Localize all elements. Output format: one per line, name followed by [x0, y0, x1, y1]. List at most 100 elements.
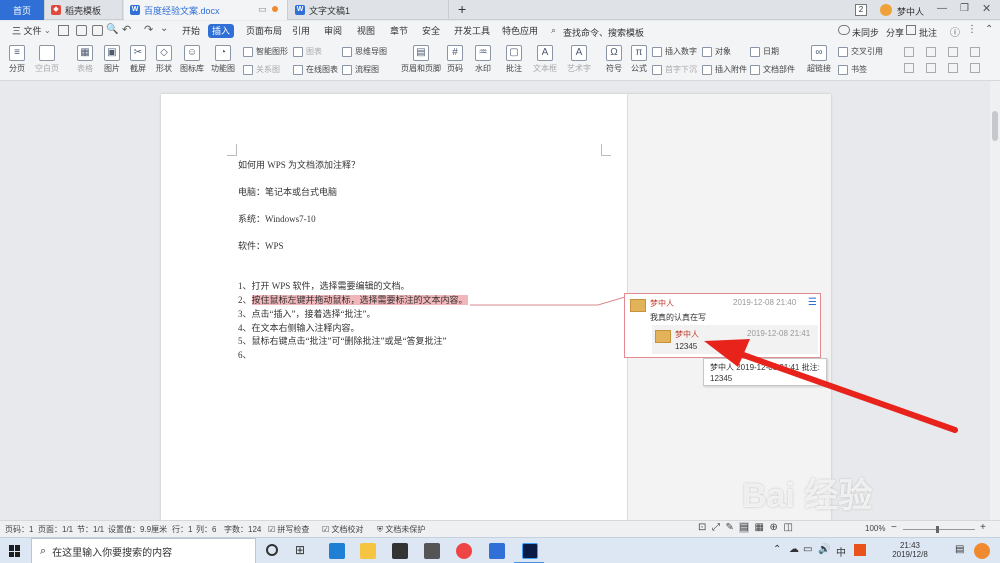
edit-icon[interactable]: ✎ [726, 522, 734, 533]
zoom-in-icon[interactable]: + [980, 522, 986, 533]
docpart-button[interactable]: 文档部件 [750, 64, 795, 75]
menu-review[interactable]: 审阅 [320, 24, 346, 38]
menu-special[interactable]: 特色应用 [498, 24, 542, 38]
page-view-icon[interactable]: ▤ [739, 522, 749, 533]
iconlib-button[interactable]: ☺ 图标库 [180, 45, 204, 74]
tray-expand-icon[interactable]: ⌃ [773, 544, 781, 555]
status-col[interactable]: 列：6 [196, 524, 216, 535]
doc-line[interactable]: 4、在文本右侧输入注释内容。 [238, 321, 360, 334]
tool-icon[interactable] [970, 47, 980, 57]
mail-icon[interactable] [424, 543, 440, 559]
chrome-icon[interactable] [456, 543, 472, 559]
window-icon[interactable]: ▭ [258, 4, 267, 15]
tool-icon[interactable] [948, 47, 958, 57]
doc-line[interactable]: 2、按住鼠标左键并拖动鼠标，选择需要标注的文本内容。 [238, 293, 468, 306]
funcchart-button[interactable]: ◔ 功能图 [210, 45, 236, 74]
menu-reference[interactable]: 引用 [288, 24, 314, 38]
commented-text[interactable]: 按住鼠标左键并拖动鼠标，选择需要标注的文本内容。 [251, 295, 468, 305]
crossref-button[interactable]: 交叉引用 [838, 46, 883, 57]
cortana-icon[interactable] [266, 544, 278, 556]
export-icon[interactable] [76, 25, 87, 36]
doc-line[interactable]: 3、点击“插入”，接着选择“批注”。 [238, 307, 375, 320]
volume-icon[interactable]: 🔊 [818, 544, 830, 555]
symbol-button[interactable]: Ω 符号 [603, 45, 625, 74]
insertnum-button[interactable]: 插入数字 [652, 46, 697, 57]
minimize-icon[interactable]: — [937, 3, 947, 14]
tab-doc-active[interactable]: W 百度经验文案.docx ▭ [124, 0, 288, 20]
status-section[interactable]: 节：1/1 [77, 524, 104, 535]
comment-menu-button[interactable]: 批注 [919, 26, 937, 39]
comment-menu-icon[interactable]: ☰ [808, 297, 817, 308]
save-icon[interactable] [58, 25, 69, 36]
window-count-badge[interactable]: 2 [855, 4, 867, 16]
command-search[interactable]: 查找命令、搜索模板 [563, 26, 644, 39]
reading-view-icon[interactable]: ◫ [783, 522, 792, 533]
doc-proof-button[interactable]: ☑ 文档校对 [322, 524, 363, 535]
edge-icon[interactable] [329, 543, 345, 559]
photoshop-icon[interactable] [522, 543, 538, 559]
doc-line[interactable]: 电脑：笔记本或台式电脑 [238, 185, 337, 198]
print-icon[interactable] [92, 25, 103, 36]
doc-line[interactable]: 如何用 WPS 为文档添加注释？ [238, 158, 360, 171]
preview-icon[interactable]: 🔍 [106, 24, 118, 35]
zoom-slider[interactable] [903, 529, 975, 530]
menu-chapter[interactable]: 章节 [386, 24, 412, 38]
comment-text[interactable]: 我真的认真在写 [650, 312, 706, 323]
doc-line[interactable]: 软件：WPS [238, 239, 284, 252]
flowchart-button[interactable]: 流程图 [342, 64, 379, 75]
headerfooter-button[interactable]: ▤ 页眉和页脚 [400, 45, 442, 74]
focus-view-icon[interactable]: ⊡ [698, 522, 706, 533]
redo-icon[interactable]: ↷ [144, 23, 153, 36]
restore-icon[interactable]: ❐ [960, 3, 969, 14]
shape-button[interactable]: ◇ 形状 [153, 45, 175, 74]
menu-view[interactable]: 视图 [353, 24, 379, 38]
status-row[interactable]: 行：1 [172, 524, 192, 535]
tool-icon[interactable] [904, 47, 914, 57]
more-icon[interactable]: ⌄ [160, 23, 168, 34]
object-button[interactable]: 对象 [702, 46, 731, 57]
menu-security[interactable]: 安全 [418, 24, 444, 38]
watermark-button[interactable]: ♒ 水印 [472, 45, 494, 74]
formula-button[interactable]: π 公式 [628, 45, 650, 74]
menu-devtools[interactable]: 开发工具 [450, 24, 494, 38]
menu-start[interactable]: 开始 [178, 24, 204, 38]
clock[interactable]: 21:43 2019/12/8 [888, 541, 932, 559]
doc-line[interactable]: 5、鼠标右键点击“批注”可“删除批注”或是“答复批注” [238, 334, 446, 347]
menu-layout[interactable]: 页面布局 [242, 24, 286, 38]
relation-button[interactable]: 关系图 [243, 64, 280, 75]
pagebreak-button[interactable]: ≡ 分页 [6, 45, 28, 74]
avatar[interactable] [880, 4, 892, 16]
zoom-slider-thumb[interactable] [936, 526, 939, 533]
file-explorer-icon[interactable] [360, 543, 376, 559]
tool-icon[interactable] [926, 63, 936, 73]
reply-text[interactable]: 12345 [675, 342, 697, 351]
bookmark-button[interactable]: 书签 [838, 64, 867, 75]
textbox-button[interactable]: A 文本框 [531, 45, 559, 74]
ime-app-icon[interactable] [854, 544, 866, 556]
spell-check-button[interactable]: ☑ 拼写检查 [268, 524, 309, 535]
zoom-out-icon[interactable]: − [891, 522, 897, 533]
tab-home[interactable]: 首页 [0, 0, 45, 20]
smartart-button[interactable]: 智能图形 [243, 46, 288, 57]
status-pagenum[interactable]: 页码：1 [5, 524, 33, 535]
tab-template[interactable]: ◆ 稻壳模板 [45, 0, 123, 20]
store-icon[interactable] [392, 543, 408, 559]
onlinechart-button[interactable]: 在线图表 [293, 64, 338, 75]
status-pages[interactable]: 页面：1/1 [38, 524, 73, 535]
sync-status[interactable]: 未同步 [852, 26, 879, 39]
more-dots-icon[interactable]: ⋮ [967, 24, 977, 35]
file-dropdown-icon[interactable]: ⌄ [44, 26, 51, 35]
chart-button[interactable]: 图表 [293, 46, 322, 57]
menu-insert[interactable]: 插入 [208, 24, 235, 38]
help-icon[interactable]: ⓘ [950, 24, 960, 39]
doc-line[interactable]: 6、 [238, 348, 252, 361]
picture-button[interactable]: ▣ 图片 [101, 45, 123, 74]
share-button[interactable]: 分享 [886, 26, 904, 39]
fullscreen-icon[interactable]: ⤢ [712, 522, 720, 533]
user-name[interactable]: 梦中人 [897, 5, 924, 18]
screenshot-button[interactable]: ✂ 截屏 [127, 45, 149, 74]
outline-view-icon[interactable]: ▦ [754, 522, 763, 533]
file-menu[interactable]: 三 文件 [8, 24, 46, 38]
doc-line[interactable]: 系统：Windows7-10 [238, 212, 316, 225]
network-icon[interactable]: ▭ [803, 544, 812, 555]
